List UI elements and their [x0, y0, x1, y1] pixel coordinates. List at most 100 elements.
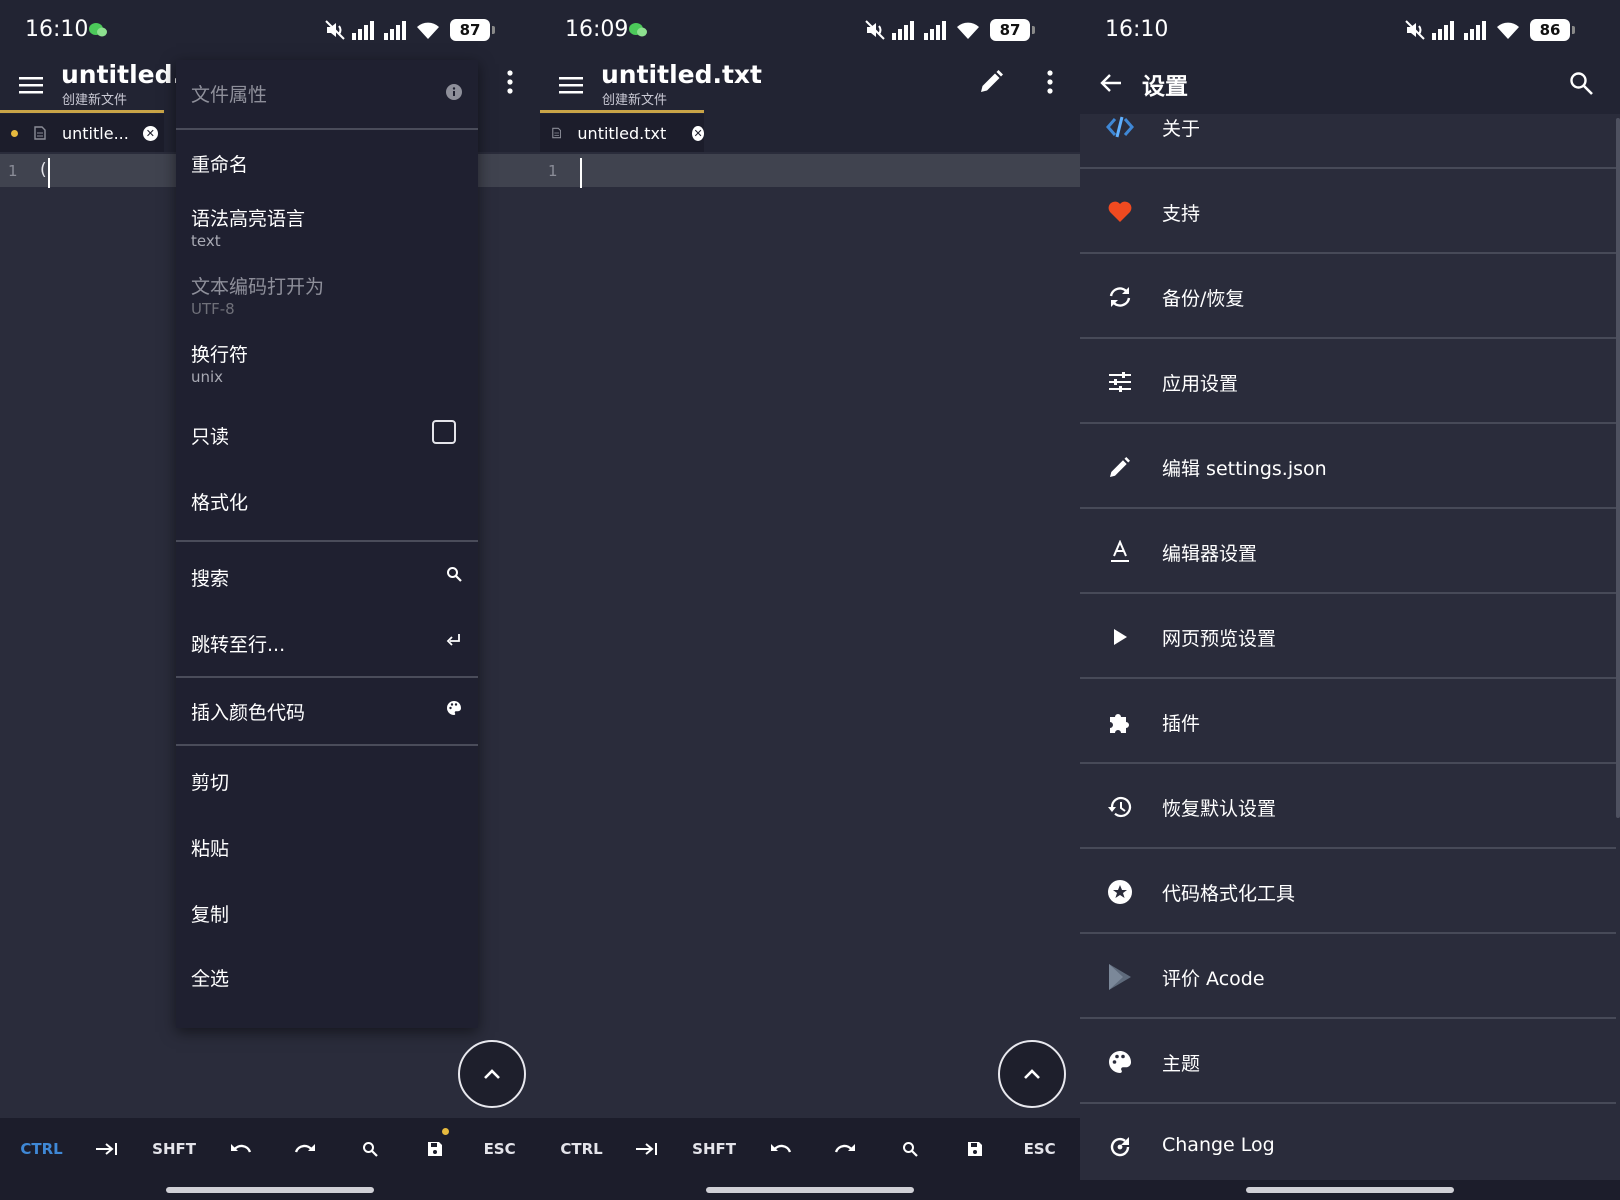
search-button[interactable] — [890, 1134, 930, 1164]
settings-item-rate[interactable]: 评价 Acode — [1080, 936, 1616, 1019]
menu-header-label: 文件属性 — [191, 84, 268, 106]
code-editor[interactable]: 1 — [540, 152, 1080, 1082]
file-icon — [34, 126, 46, 140]
play-store-icon — [1106, 963, 1134, 991]
search-icon[interactable] — [1568, 70, 1594, 96]
text-cursor — [48, 158, 50, 188]
back-arrow-icon[interactable] — [1098, 70, 1124, 96]
settings-item-preview[interactable]: 网页预览设置 — [1080, 596, 1616, 679]
file-subtitle: 创建新文件 — [602, 93, 668, 108]
save-button[interactable] — [955, 1134, 995, 1164]
home-gesture-pill[interactable] — [706, 1187, 914, 1193]
save-button[interactable] — [415, 1128, 455, 1164]
ctrl-key[interactable]: CTRL — [20, 1134, 62, 1164]
status-bar: 16:10 86 — [1080, 0, 1620, 60]
redo-button[interactable] — [825, 1134, 865, 1164]
menu-line-ending-label: 换行符 — [191, 344, 249, 366]
more-options-icon[interactable] — [1042, 68, 1058, 96]
search-icon — [363, 1142, 378, 1157]
menu-insert-color[interactable]: 插入颜色代码 — [176, 678, 478, 744]
settings-item-label: 编辑 settings.json — [1162, 458, 1327, 480]
file-tab[interactable]: untitled.txt ✕ — [540, 114, 704, 152]
tab-arrow-icon — [636, 1143, 658, 1155]
wifi-icon — [957, 22, 979, 39]
tab-key[interactable] — [627, 1134, 667, 1164]
shift-key[interactable]: SHFT — [692, 1134, 736, 1164]
menu-search[interactable]: 搜索 — [176, 542, 478, 610]
file-tab[interactable]: untitle... ✕ — [0, 114, 164, 152]
undo-button[interactable] — [221, 1134, 261, 1164]
menu-paste[interactable]: 粘贴 — [176, 812, 478, 878]
title-underline — [540, 110, 704, 113]
menu-file-properties[interactable]: 文件属性 — [176, 60, 478, 128]
menu-cut[interactable]: 剪切 — [176, 746, 478, 812]
settings-item-label: 插件 — [1162, 713, 1201, 735]
wifi-icon — [1497, 22, 1519, 39]
signal-icon — [892, 21, 914, 40]
line-number: 1 — [548, 162, 558, 180]
menu-cut-label: 剪切 — [191, 772, 230, 794]
menu-rename[interactable]: 重命名 — [176, 130, 478, 194]
redo-button[interactable] — [285, 1134, 325, 1164]
wechat-icon — [89, 23, 107, 37]
pencil-icon[interactable] — [977, 68, 1005, 96]
menu-syntax-language[interactable]: 语法高亮语言 text — [176, 194, 478, 262]
settings-item-label: 编辑器设置 — [1162, 543, 1258, 565]
settings-item-editor[interactable]: 编辑器设置 — [1080, 511, 1616, 594]
mute-icon — [865, 20, 885, 40]
hamburger-menu-icon[interactable] — [558, 72, 584, 98]
scroll-up-fab[interactable] — [998, 1040, 1066, 1108]
menu-line-ending[interactable]: 换行符 unix — [176, 330, 478, 398]
home-gesture-pill[interactable] — [1246, 1187, 1454, 1193]
home-gesture-pill[interactable] — [166, 1187, 374, 1193]
menu-format[interactable]: 格式化 — [176, 466, 478, 534]
settings-item-edit-json[interactable]: 编辑 settings.json — [1080, 426, 1616, 509]
esc-key[interactable]: ESC — [1020, 1134, 1060, 1164]
undo-button[interactable] — [761, 1134, 801, 1164]
hamburger-menu-icon[interactable] — [18, 72, 44, 98]
scrollbar[interactable] — [1616, 118, 1620, 818]
battery-indicator: 87 — [990, 19, 1035, 41]
tab-arrow-icon — [96, 1143, 118, 1155]
palette-icon — [1106, 1048, 1134, 1076]
menu-select-all[interactable]: 全选 — [176, 944, 478, 1010]
shift-key[interactable]: SHFT — [152, 1134, 196, 1164]
tab-close-icon[interactable]: ✕ — [692, 125, 704, 141]
search-button[interactable] — [350, 1134, 390, 1164]
more-options-icon[interactable] — [502, 68, 518, 96]
settings-item-backup[interactable]: 备份/恢复 — [1080, 256, 1616, 339]
acode-logo-icon — [1106, 114, 1134, 141]
esc-key[interactable]: ESC — [480, 1134, 520, 1164]
menu-copy[interactable]: 复制 — [176, 878, 478, 944]
quick-tools-bar: CTRL SHFT ESC — [540, 1118, 1080, 1180]
menu-goto-line[interactable]: 跳转至行... — [176, 610, 478, 676]
ctrl-key[interactable]: CTRL — [560, 1134, 602, 1164]
scroll-up-fab[interactable] — [458, 1040, 526, 1108]
tab-close-icon[interactable]: ✕ — [142, 125, 158, 141]
menu-syntax-label: 语法高亮语言 — [191, 208, 306, 230]
file-title[interactable]: untitled.txt — [601, 60, 762, 89]
settings-item-restore-defaults[interactable]: 恢复默认设置 — [1080, 766, 1616, 849]
tab-bar: untitled.txt ✕ — [540, 114, 1080, 152]
file-subtitle: 创建新文件 — [62, 93, 128, 108]
menu-readonly[interactable]: 只读 — [176, 398, 478, 466]
settings-item-about[interactable]: 关于 — [1080, 114, 1616, 169]
settings-item-plugins[interactable]: 插件 — [1080, 681, 1616, 764]
search-icon — [903, 1142, 918, 1157]
title-underline — [0, 110, 164, 113]
wechat-icon — [629, 23, 647, 37]
tab-key[interactable] — [87, 1134, 127, 1164]
settings-item-support[interactable]: 支持 — [1080, 171, 1616, 254]
menu-encoding: 文本编码打开为 UTF-8 — [176, 262, 478, 330]
menu-goto-label: 跳转至行... — [191, 634, 286, 656]
signal-icon — [352, 21, 374, 40]
wifi-icon — [417, 22, 439, 39]
settings-item-theme[interactable]: 主题 — [1080, 1021, 1616, 1104]
unsaved-dot — [11, 129, 18, 137]
settings-item-formatter[interactable]: 代码格式化工具 — [1080, 851, 1616, 934]
mute-icon — [325, 20, 345, 40]
menu-paste-label: 粘贴 — [191, 838, 230, 860]
settings-item-app-settings[interactable]: 应用设置 — [1080, 341, 1616, 424]
settings-item-changelog[interactable]: Change Log — [1080, 1106, 1616, 1180]
readonly-checkbox[interactable] — [432, 420, 456, 444]
